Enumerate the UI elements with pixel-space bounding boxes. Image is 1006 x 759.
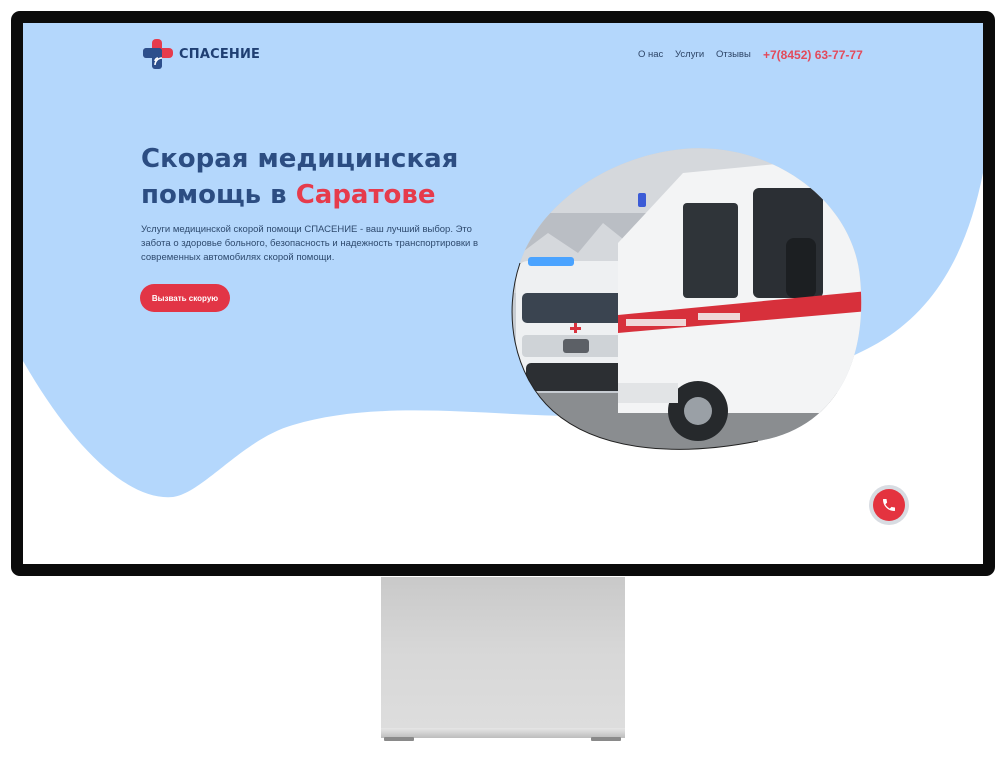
header-phone-link[interactable]: +7(8452) 63-77-77 (763, 48, 863, 62)
hero-title-city: Саратове (295, 180, 436, 210)
monitor-stand (381, 577, 625, 738)
cross-signal-logo-icon (141, 37, 175, 71)
hero-title-line1: Скорая медицинская (141, 144, 459, 174)
nav-link-reviews[interactable]: Отзывы (716, 49, 751, 60)
stand-foot-right (591, 737, 621, 741)
hero-title: Скорая медицинская помощь в Саратове (141, 141, 521, 213)
web-page-viewport: СПАСЕНИЕ О нас Услуги Отзывы +7(8452) 63… (23, 23, 983, 564)
nav-link-about[interactable]: О нас (638, 49, 663, 60)
nav-link-services[interactable]: Услуги (675, 49, 704, 60)
monitor-frame: СПАСЕНИЕ О нас Услуги Отзывы +7(8452) 63… (11, 11, 995, 576)
hero-description: Услуги медицинской скорой помощи СПАСЕНИ… (141, 224, 479, 263)
floating-call-button[interactable] (869, 485, 909, 525)
call-ambulance-button[interactable]: Вызвать скорую (140, 284, 230, 312)
stand-foot-left (384, 737, 414, 741)
monitor-stand-base (381, 728, 625, 738)
ambulance-vehicles-photo (511, 148, 862, 450)
hero-title-line2: помощь в (141, 180, 296, 210)
brand-logo[interactable]: СПАСЕНИЕ (141, 37, 260, 71)
brand-name: СПАСЕНИЕ (179, 46, 261, 62)
phone-icon (873, 489, 905, 521)
